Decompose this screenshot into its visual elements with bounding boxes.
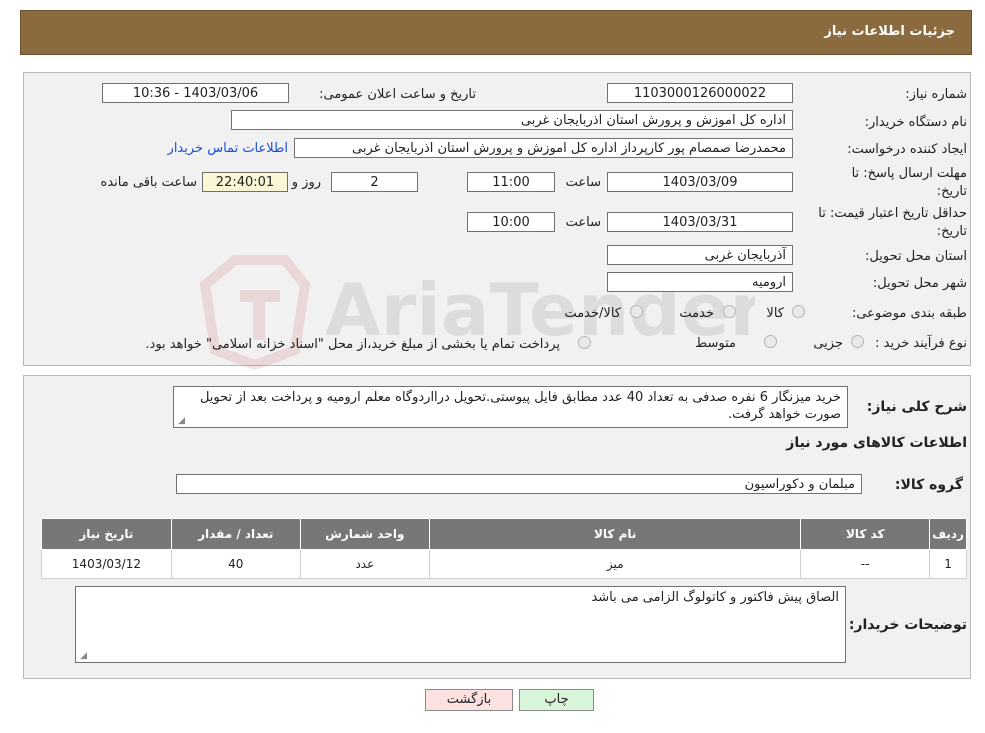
category-service-label: خدمت: [679, 306, 714, 321]
contact-buyer-link[interactable]: اطلاعات تماس خریدار: [168, 141, 288, 156]
goods-table-header: ردیف کد کالا نام کالا واحد شمارش تعداد /…: [41, 518, 967, 550]
deadline-label-line1: مهلت ارسال پاسخ: تا: [851, 166, 967, 181]
days-label: روز و: [291, 175, 321, 190]
category-goods-label: کالا: [766, 306, 784, 321]
page-header: جزئیات اطلاعات نیاز: [20, 10, 972, 55]
announce-label: تاریخ و ساعت اعلان عمومی:: [319, 87, 476, 102]
col-unit: واحد شمارش: [299, 518, 431, 550]
process-minor-radio[interactable]: [851, 335, 864, 348]
need-number-field: 1103000126000022: [607, 83, 793, 103]
city-label: شهر محل تحویل:: [872, 276, 967, 291]
buyer-org-field: اداره کل اموزش و پرورش استان اذربایجان غ…: [231, 110, 793, 130]
payment-note: پرداخت تمام یا بخشی از مبلغ خرید،از محل …: [145, 337, 560, 352]
city-field: ارومیه: [607, 272, 793, 292]
payment-treasury-radio[interactable]: [578, 336, 591, 349]
table-row: 1 -- میز عدد 40 1403/03/12: [41, 549, 967, 579]
province-label: استان محل تحویل:: [865, 249, 967, 264]
validity-time-field: 10:00: [467, 212, 555, 232]
category-goods-radio[interactable]: [792, 305, 805, 318]
description-text: خرید میزنگار 6 نفره صدفی به تعداد 40 عدد…: [173, 386, 848, 428]
col-row: ردیف: [929, 518, 967, 550]
category-label: طبقه بندی موضوعی:: [851, 306, 967, 321]
requester-field: محمدرضا صمصام پور کارپرداز اداره کل اموز…: [294, 138, 793, 158]
days-field: 2: [331, 172, 418, 192]
deadline-label-line2: تاریخ:: [936, 184, 967, 199]
resize-grip-icon[interactable]: ◢: [79, 652, 87, 661]
print-button[interactable]: چاپ: [519, 689, 594, 711]
validity-time-label: ساعت: [565, 215, 601, 230]
cell-date: 1403/03/12: [41, 549, 172, 579]
deadline-time-label: ساعت: [565, 175, 601, 190]
process-medium-label: متوسط: [695, 336, 736, 351]
page-title: جزئیات اطلاعات نیاز: [824, 24, 955, 39]
category-goods-service-radio[interactable]: [630, 305, 643, 318]
deadline-time-field: 11:00: [467, 172, 555, 192]
buyer-org-label: نام دستگاه خریدار:: [864, 115, 967, 130]
cell-code: --: [800, 549, 931, 579]
validity-label-line2: تاریخ:: [936, 224, 967, 239]
need-number-label: شماره نیاز:: [905, 87, 967, 102]
process-medium-radio[interactable]: [764, 335, 777, 348]
announce-field: 1403/03/06 - 10:36: [102, 83, 289, 103]
cell-quantity: 40: [170, 549, 301, 579]
col-code: کد کالا: [800, 518, 931, 550]
buyer-notes-label: توضیحات خریدار:: [848, 617, 967, 633]
process-minor-label: جزیی: [813, 336, 843, 351]
goods-table: ردیف کد کالا نام کالا واحد شمارش تعداد /…: [41, 518, 967, 579]
remaining-label: ساعت باقی مانده: [100, 175, 197, 190]
requester-label: ایجاد کننده درخواست:: [847, 142, 967, 157]
category-goods-service-label: کالا/خدمت: [564, 306, 621, 321]
process-label: نوع فرآیند خرید :: [875, 336, 967, 351]
buyer-notes-value: الصاق پیش فاکتور و کاتولوگ الزامی می باش…: [591, 590, 839, 605]
description-value: خرید میزنگار 6 نفره صدفی به تعداد 40 عدد…: [199, 390, 841, 422]
resize-grip-icon[interactable]: ◢: [177, 417, 185, 426]
cell-name: میز: [428, 549, 802, 579]
cell-row: 1: [929, 549, 967, 579]
remaining-time-field: 22:40:01: [202, 172, 288, 192]
back-button[interactable]: بازگشت: [425, 689, 513, 711]
category-service-radio[interactable]: [723, 305, 736, 318]
validity-date-field: 1403/03/31: [607, 212, 793, 232]
goods-group-label: گروه کالا:: [894, 477, 963, 493]
col-quantity: تعداد / مقدار: [170, 518, 301, 550]
goods-group-field: مبلمان و دکوراسیون: [176, 474, 862, 494]
goods-section-title: اطلاعات کالاهای مورد نیاز: [786, 435, 967, 451]
col-date: تاریخ نیاز: [41, 518, 172, 550]
buyer-notes-text: الصاق پیش فاکتور و کاتولوگ الزامی می باش…: [75, 586, 846, 663]
col-name: نام کالا: [428, 518, 802, 550]
description-label: شرح کلی نیاز:: [866, 399, 967, 415]
validity-label-line1: حداقل تاریخ اعتبار قیمت: تا: [818, 206, 967, 221]
cell-unit: عدد: [299, 549, 431, 579]
province-field: آذربایجان غربی: [607, 245, 793, 265]
deadline-date-field: 1403/03/09: [607, 172, 793, 192]
